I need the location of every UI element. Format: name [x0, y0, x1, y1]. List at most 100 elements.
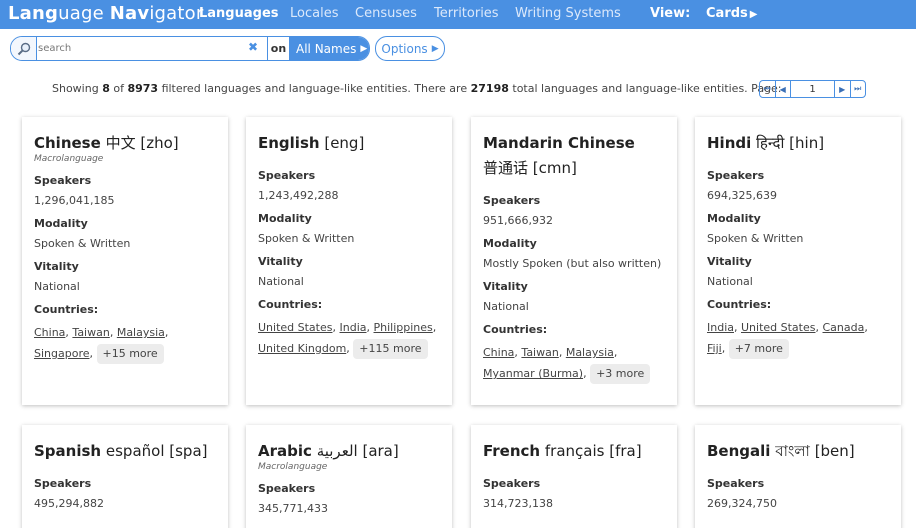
country-link[interactable]: Philippines — [374, 321, 433, 334]
more-countries-button[interactable]: +7 more — [728, 339, 789, 359]
country-link[interactable]: China — [34, 326, 65, 339]
native-name: 中文 — [105, 134, 136, 152]
language-card[interactable]: Chinese 中文 [zho] Macrolanguage Speakers … — [22, 117, 228, 405]
language-card[interactable]: French français [fra] Speakers 314,723,1… — [471, 425, 677, 528]
language-name[interactable]: Arabic — [258, 442, 312, 460]
brand-part: Lang — [8, 3, 59, 24]
speakers-value: 269,324,750 — [707, 497, 777, 510]
country-link[interactable]: Fiji — [707, 342, 722, 355]
country-link[interactable]: Taiwan — [72, 326, 109, 339]
search-bar: ✖ on All Names▶ — [10, 36, 370, 61]
total-count: 27198 — [470, 82, 509, 95]
clear-search-icon[interactable]: ✖ — [248, 40, 258, 54]
modality-label: Modality — [34, 217, 88, 230]
country-link[interactable]: United States — [258, 321, 333, 334]
vitality-label: Vitality — [258, 255, 303, 268]
country-link[interactable]: China — [483, 346, 514, 359]
more-countries-button[interactable]: +15 more — [96, 344, 164, 364]
country-link[interactable]: Canada — [823, 321, 865, 334]
language-card[interactable]: Hindi हिन्दी [hin] Speakers 694,325,639 … — [695, 117, 901, 405]
modality-value: Spoken & Written — [707, 232, 804, 245]
native-name: العربية — [316, 442, 358, 460]
countries-list: India, United States, Canada, Fiji, +7 m… — [707, 317, 889, 359]
card-title: Hindi हिन्दी [hin] — [707, 131, 889, 156]
tab-languages[interactable]: Languages — [199, 6, 279, 21]
language-code: [spa] — [169, 442, 208, 460]
search-field-dropdown[interactable]: All Names ▶ — [289, 37, 369, 60]
country-link[interactable]: United States — [741, 321, 816, 334]
card-title: French français [fra] — [483, 439, 665, 464]
last-page-icon[interactable]: ⏭ — [849, 81, 866, 97]
country-link[interactable]: Malaysia — [566, 346, 614, 359]
first-page-icon[interactable]: ⏮ — [760, 81, 776, 97]
speakers-value: 1,243,492,288 — [258, 189, 339, 202]
shown-count: 8 — [102, 82, 110, 95]
countries-label: Countries: — [258, 298, 323, 311]
language-card[interactable]: Bengali বাংলা [ben] Speakers 269,324,750 — [695, 425, 901, 528]
countries-label: Countries: — [483, 323, 548, 336]
card-title: Bengali বাংলা [ben] — [707, 439, 889, 464]
tab-locales[interactable]: Locales — [290, 6, 338, 21]
tab-writing-systems[interactable]: Writing Systems — [515, 6, 621, 21]
vitality-value: National — [258, 275, 304, 288]
more-countries-button[interactable]: +3 more — [590, 364, 651, 384]
modality-value: Spoken & Written — [34, 237, 131, 250]
native-name: 普通话 — [483, 159, 529, 177]
speakers-value: 495,294,882 — [34, 497, 104, 510]
native-name: বাংলা — [775, 442, 810, 460]
vitality-label: Vitality — [483, 280, 528, 293]
speakers-label: Speakers — [707, 169, 765, 182]
language-name[interactable]: French — [483, 442, 540, 460]
language-code: [zho] — [140, 134, 179, 152]
language-name[interactable]: English — [258, 134, 320, 152]
language-name[interactable]: Mandarin Chinese — [483, 134, 635, 152]
speakers-label: Speakers — [707, 477, 765, 490]
speakers-label: Speakers — [483, 477, 541, 490]
triangle-right-icon: ▶ — [749, 9, 758, 20]
country-link[interactable]: India — [340, 321, 367, 334]
vitality-value: National — [34, 280, 80, 293]
country-link[interactable]: Singapore — [34, 347, 90, 360]
tab-territories[interactable]: Territories — [434, 6, 499, 21]
search-input[interactable] — [38, 39, 238, 58]
options-button[interactable]: Options ▶ — [375, 36, 445, 61]
language-card[interactable]: English [eng] Speakers 1,243,492,288 Mod… — [246, 117, 452, 405]
country-link[interactable]: Malaysia — [117, 326, 165, 339]
vitality-value: National — [483, 300, 529, 313]
modality-value: Mostly Spoken (but also written) — [483, 257, 662, 270]
language-card[interactable]: Mandarin Chinese 普通话 [cmn] Speakers 951,6… — [471, 117, 677, 405]
language-name[interactable]: Spanish — [34, 442, 101, 460]
brand-part: Nav — [109, 3, 150, 24]
speakers-label: Speakers — [258, 169, 316, 182]
language-name[interactable]: Chinese — [34, 134, 101, 152]
language-code: [ben] — [814, 442, 855, 460]
language-card[interactable]: Spanish español [spa] Speakers 495,294,8… — [22, 425, 228, 528]
modality-label: Modality — [707, 212, 761, 225]
country-link[interactable]: India — [707, 321, 734, 334]
speakers-label: Speakers — [258, 482, 316, 495]
options-label: Options — [381, 41, 428, 56]
more-countries-button[interactable]: +115 more — [353, 339, 428, 359]
previous-page-icon[interactable]: ◀ — [776, 81, 791, 97]
language-name[interactable]: Bengali — [707, 442, 770, 460]
summary-text: total languages and language-like entiti… — [508, 82, 782, 95]
language-name[interactable]: Hindi — [707, 134, 751, 152]
language-code: [hin] — [789, 134, 825, 152]
card-title: English [eng] — [258, 131, 440, 156]
country-link[interactable]: United Kingdom — [258, 342, 346, 355]
countries-list: China, Taiwan, Malaysia, Myanmar (Burma)… — [483, 342, 665, 384]
modality-value: Spoken & Written — [258, 232, 355, 245]
next-page-icon[interactable]: ▶ — [834, 81, 850, 97]
native-name: español — [105, 442, 165, 460]
language-card[interactable]: Arabic العربية [ara] Macrolanguage Speak… — [246, 425, 452, 528]
country-link[interactable]: Taiwan — [521, 346, 558, 359]
page-number-input[interactable] — [791, 81, 834, 97]
pagination: ⏮ ◀ ▶ ⏭ — [759, 80, 866, 98]
view-mode-selector[interactable]: Cards ▶ — [706, 6, 757, 21]
speakers-label: Speakers — [483, 194, 541, 207]
language-code: [eng] — [324, 134, 365, 152]
search-icon[interactable] — [11, 37, 37, 60]
app-logo[interactable]: Language Navigator — [8, 3, 203, 24]
country-link[interactable]: Myanmar (Burma) — [483, 367, 583, 380]
tab-censuses[interactable]: Censuses — [355, 6, 417, 21]
